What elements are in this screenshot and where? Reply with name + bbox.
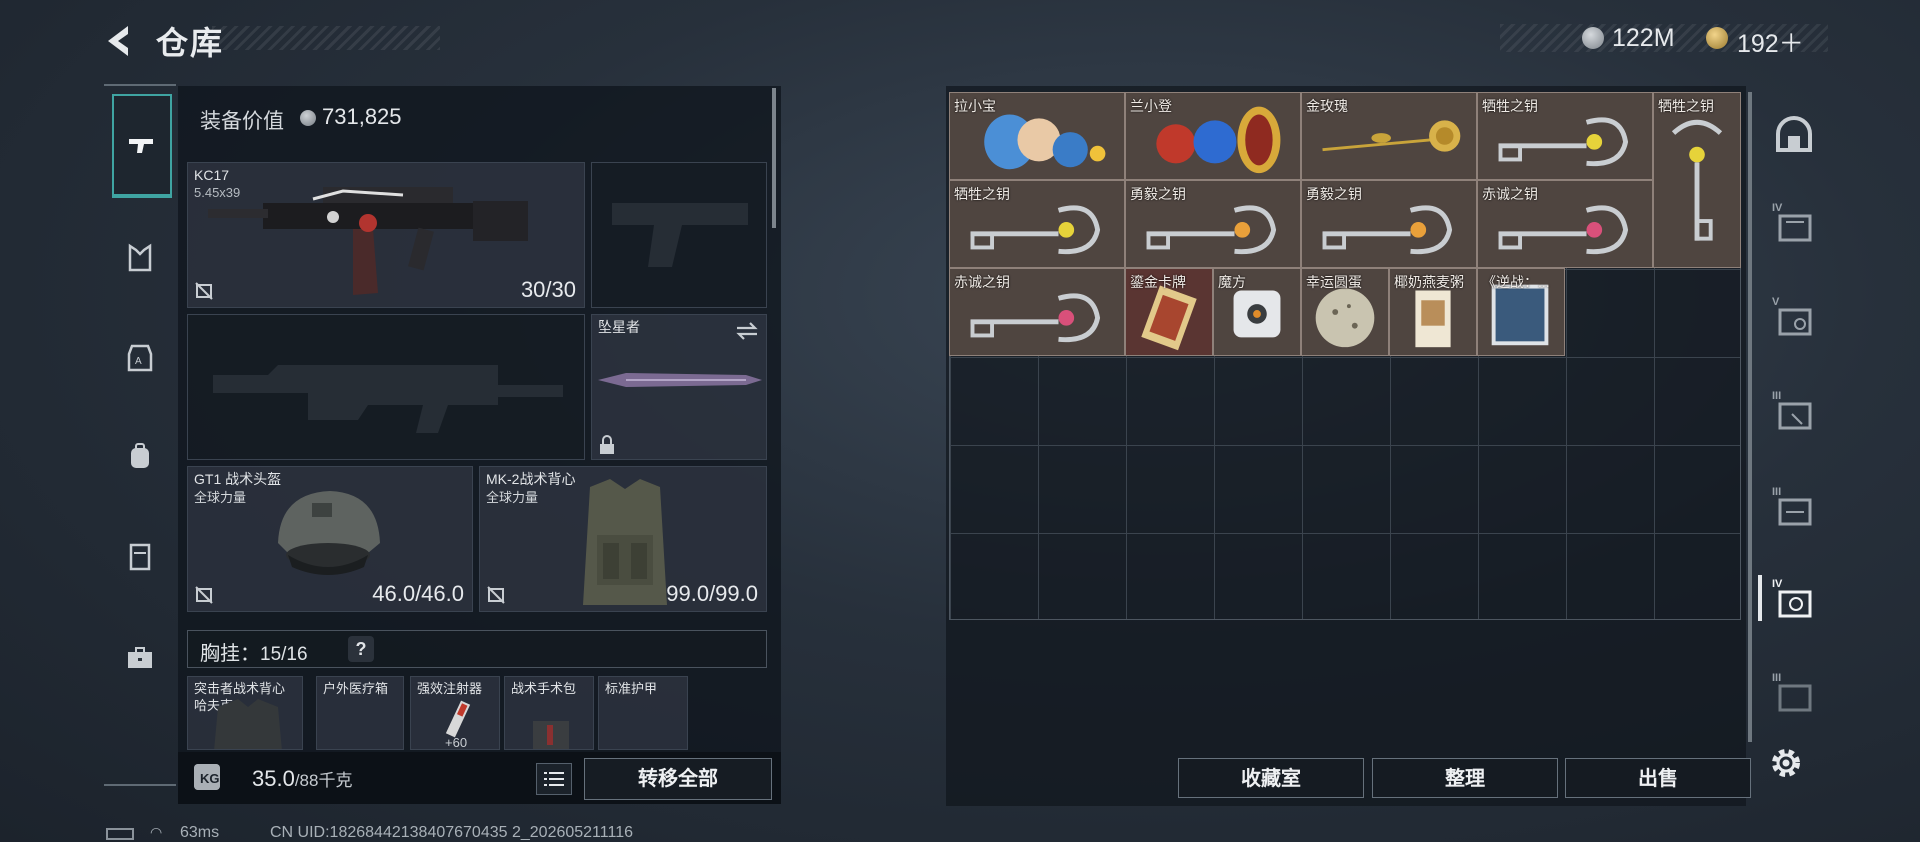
pistol-silhouette-icon	[612, 203, 748, 267]
sell-button[interactable]: 出售	[1565, 758, 1751, 798]
helmet-image	[278, 491, 380, 575]
rig-item[interactable]: 户外医疗箱	[316, 676, 404, 750]
gold-currency-value: 192＋	[1737, 30, 1804, 58]
list-view-button[interactable]	[536, 763, 572, 795]
primary-weapon-slot[interactable]: KC17 5.45x39 30/30	[187, 162, 585, 308]
tab-storage-6[interactable]: III	[1768, 670, 1820, 722]
rig-item[interactable]: 强效注射器 +60	[410, 676, 500, 750]
svg-text:KG: KG	[200, 771, 220, 786]
stash-item[interactable]: 牺牲之钥	[949, 180, 1125, 268]
transfer-all-button[interactable]: 转移全部	[584, 758, 772, 800]
helmet-brand: 全球力量	[194, 490, 247, 505]
tab-storage-1[interactable]: IV	[1768, 200, 1820, 252]
equipment-value-label: 装备价值	[200, 110, 284, 133]
stash-item[interactable]: 鎏金卡牌	[1125, 268, 1213, 356]
stash-item[interactable]: 赤诚之钥	[949, 268, 1125, 356]
ping-value: 63ms	[180, 824, 220, 841]
svg-text:A: A	[135, 356, 142, 367]
wifi-icon: ◠	[150, 824, 163, 840]
nav-divider	[104, 784, 176, 786]
stash-item[interactable]: 拉小宝	[949, 92, 1125, 180]
knife-image	[598, 373, 762, 387]
stash-item[interactable]: 牺牲之钥	[1653, 92, 1741, 268]
melee-name: 坠星者	[598, 319, 640, 335]
no-repair-icon	[195, 586, 213, 604]
settings-gear-icon[interactable]	[1766, 743, 1806, 783]
collection-room-button[interactable]: 收藏室	[1178, 758, 1364, 798]
stash-item[interactable]: 《逆战：...	[1477, 268, 1565, 356]
nav-backpack-tab[interactable]	[112, 428, 168, 484]
stash-item[interactable]: 魔方	[1213, 268, 1301, 356]
battery-icon	[106, 828, 134, 840]
vest-icon	[128, 243, 152, 272]
equipment-value: 731,825	[322, 104, 402, 129]
toolbox-icon	[128, 647, 152, 668]
swap-icon[interactable]	[734, 321, 760, 341]
tab-storage-4[interactable]: III	[1768, 484, 1820, 536]
key-icon	[1671, 119, 1723, 241]
lock-icon	[600, 435, 614, 454]
no-repair-icon	[487, 586, 505, 604]
weight-icon: KG	[194, 764, 220, 790]
nav-weapon-tab[interactable]	[112, 94, 172, 198]
stash-item[interactable]: 兰小登	[1125, 92, 1301, 180]
rig-capacity: 15/16	[260, 644, 308, 665]
armor-brand: 全球力量	[486, 490, 539, 505]
stash-scrollbar[interactable]	[1748, 92, 1752, 742]
equipment-scrollbar[interactable]	[772, 88, 776, 228]
nav-armor-tab[interactable]: A	[112, 330, 168, 386]
user-uid: CN UID:18268442138407670435 2_2026052111…	[270, 824, 633, 841]
helmet-slot[interactable]: GT1 战术头盔 全球力量 46.0/46.0	[187, 466, 473, 612]
armor-durability: 99.0/99.0	[666, 581, 758, 606]
rig-item[interactable]: 标准护甲	[598, 676, 688, 750]
rig-label: 胸挂：15/16	[200, 643, 308, 665]
no-repair-icon	[195, 282, 213, 300]
nav-vest-tab[interactable]	[112, 230, 168, 286]
nav-toolbox-tab[interactable]	[112, 630, 168, 686]
rifle-image	[208, 187, 528, 295]
nav-case-tab[interactable]	[112, 528, 168, 584]
stash-item[interactable]: 勇毅之钥	[1301, 180, 1477, 268]
list-icon	[544, 772, 564, 786]
armor-icon: A	[127, 344, 153, 372]
sort-button[interactable]: 整理	[1372, 758, 1558, 798]
gold-coin-icon	[1706, 27, 1728, 49]
right-nav: IV V III III IV III	[1758, 88, 1830, 738]
rig-item[interactable]: 战术手术包	[504, 676, 594, 750]
tab-storage-3[interactable]: III	[1768, 388, 1820, 440]
back-arrow-icon[interactable]	[100, 22, 138, 60]
silver-coin-icon	[1582, 27, 1604, 49]
stash-item[interactable]: 椰奶燕麦粥	[1389, 268, 1477, 356]
ammo-count: 30/30	[520, 277, 576, 302]
case-icon	[129, 543, 151, 571]
tab-storage-5[interactable]: IV	[1768, 576, 1820, 628]
tab-storage-2[interactable]: V	[1768, 294, 1820, 346]
title-decoration	[212, 26, 440, 50]
weight-display: 35.0/88千克	[252, 766, 353, 791]
backpack-icon	[131, 443, 149, 468]
vest-image	[214, 699, 282, 749]
pistol-icon	[129, 139, 153, 153]
tab-safe-box[interactable]	[1768, 108, 1820, 160]
stash-item[interactable]: 幸运圆蛋	[1301, 268, 1389, 356]
rig-item[interactable]: 突击者战术背心 哈夫克	[187, 676, 303, 750]
safe-icon	[1776, 116, 1812, 152]
melee-slot[interactable]: 坠星者	[591, 314, 767, 460]
stash-item[interactable]: 牺牲之钥	[1477, 92, 1653, 180]
left-nav: A	[104, 84, 176, 784]
armor-slot[interactable]: MK-2战术背心 全球力量 99.0/99.0	[479, 466, 767, 612]
secondary-rifle-slot[interactable]	[187, 314, 585, 460]
rifle-silhouette-icon	[213, 365, 563, 433]
surgical-kit-image	[533, 721, 569, 749]
secondary-weapon-slot[interactable]	[591, 162, 767, 308]
coin-icon	[300, 110, 316, 126]
armor-name: MK-2战术背心	[486, 471, 576, 487]
silver-currency-value: 122M	[1612, 24, 1675, 52]
rig-help-button[interactable]: ?	[348, 636, 374, 662]
stash-item[interactable]: 金玫瑰	[1301, 92, 1477, 180]
helmet-durability: 46.0/46.0	[372, 581, 464, 606]
vest-image	[583, 479, 667, 605]
stash-item[interactable]: 勇毅之钥	[1125, 180, 1301, 268]
stash-item[interactable]: 赤诚之钥	[1477, 180, 1653, 268]
